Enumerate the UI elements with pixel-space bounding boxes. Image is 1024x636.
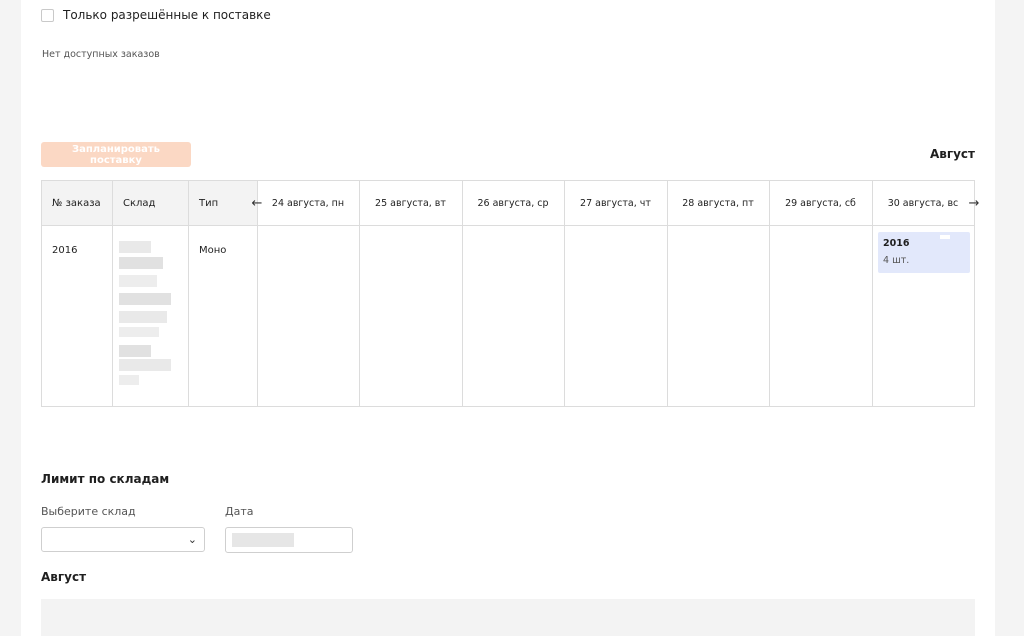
header-type: Тип xyxy=(199,198,219,209)
header-warehouse: Склад xyxy=(123,198,156,209)
empty-orders-text: Нет доступных заказов xyxy=(42,49,160,60)
delivery-calendar-table: № заказа Склад Тип 24 августа, пн 25 авг… xyxy=(41,180,979,407)
day-header: 28 августа, пт xyxy=(682,198,754,209)
delivery-entry-chip[interactable]: 2016 4 шт. xyxy=(878,232,970,273)
arrow-right-icon[interactable]: → xyxy=(964,193,984,213)
chevron-down-icon: ⌄ xyxy=(187,533,197,546)
day-header: 25 августа, вт xyxy=(375,198,446,209)
plan-delivery-button[interactable]: Запланировать поставку xyxy=(41,142,191,167)
warehouse-select-label: Выберите склад xyxy=(41,505,136,518)
only-allowed-checkbox[interactable] xyxy=(41,9,54,22)
warehouse-limit-title: Лимит по складам xyxy=(41,472,170,486)
entry-order-no: 2016 xyxy=(883,238,910,249)
chip-marker xyxy=(940,235,950,239)
calendar-month-title: Август xyxy=(929,147,975,161)
date-label: Дата xyxy=(225,505,254,518)
entry-qty: 4 шт. xyxy=(883,255,910,266)
day-header: 30 августа, вс xyxy=(887,198,959,209)
page: Только разрешённые к поставке Нет доступ… xyxy=(21,0,995,636)
limits-panel xyxy=(41,599,975,636)
row-type: Моно xyxy=(199,245,227,256)
day-header: 24 августа, пн xyxy=(271,198,345,209)
day-header: 27 августа, чт xyxy=(580,198,651,209)
only-allowed-label: Только разрешённые к поставке xyxy=(63,8,271,22)
warehouse-select[interactable]: ⌄ xyxy=(41,527,205,552)
row-order-no: 2016 xyxy=(52,245,78,256)
day-header: 26 августа, ср xyxy=(477,198,549,209)
day-header: 29 августа, сб xyxy=(785,198,856,209)
date-redacted xyxy=(232,533,294,547)
date-field[interactable] xyxy=(225,527,353,553)
limits-month-title: Август xyxy=(41,570,87,584)
arrow-left-icon[interactable]: ← xyxy=(247,193,267,213)
header-order-no: № заказа xyxy=(52,198,101,209)
